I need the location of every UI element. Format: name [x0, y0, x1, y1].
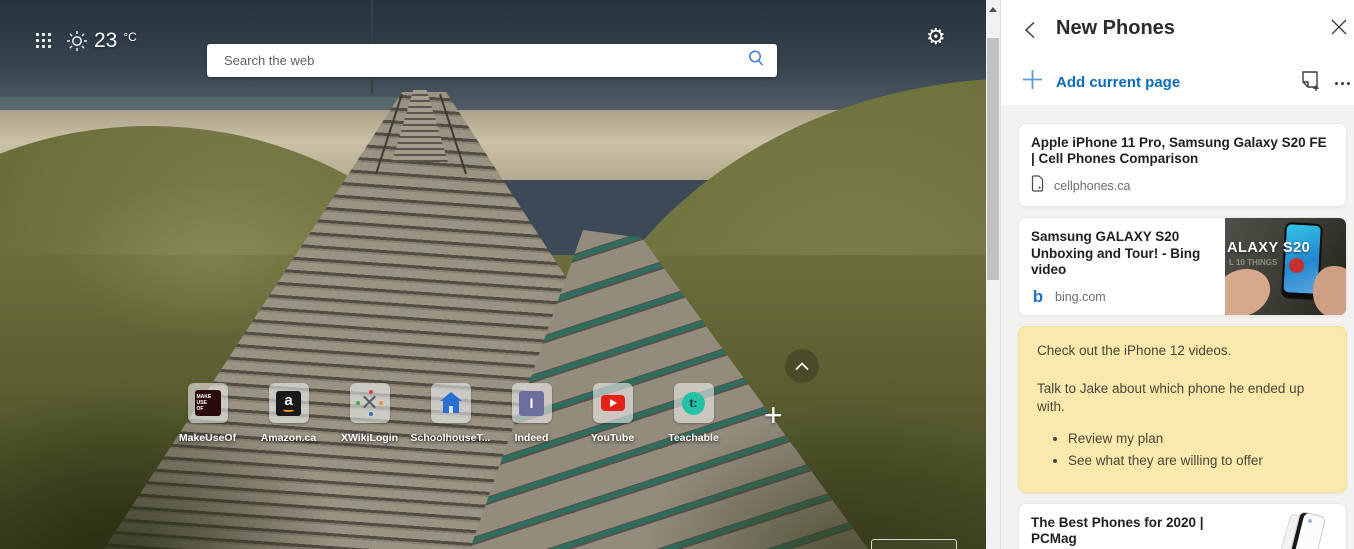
collections-body: Apple iPhone 11 Pro, Samsung Galaxy S20 … [1001, 105, 1354, 549]
add-note-icon[interactable] [1298, 69, 1322, 93]
note-bullet-list: Review my plan See what they are willing… [1037, 430, 1332, 470]
quick-link-teachable[interactable]: t: Teachable [653, 383, 734, 444]
quick-link-label: YouTube [591, 432, 634, 444]
background-photo [0, 0, 986, 549]
note-line: Talk to Jake about which phone he ended … [1037, 380, 1332, 416]
scrollbar-up-arrow-icon[interactable] [989, 7, 997, 12]
search-bar[interactable] [207, 44, 777, 77]
note-bullet: Review my plan [1068, 430, 1332, 448]
search-input[interactable] [224, 53, 739, 68]
quick-link-makeuseof[interactable]: MAKE USE OF MakeUseOf [167, 383, 248, 444]
cellphones-favicon [1031, 175, 1044, 197]
note-line: Check out the iPhone 12 videos. [1037, 342, 1332, 360]
scroll-to-top-button[interactable] [785, 349, 819, 383]
close-icon[interactable] [1331, 19, 1349, 37]
collections-header: New Phones Add current page [1001, 0, 1354, 105]
more-options-icon[interactable] [1331, 78, 1354, 89]
quick-links-row: MAKE USE OF MakeUseOf a Amazon.ca ✕ XWik… [167, 383, 734, 444]
collections-panel: New Phones Add current page Apple [1000, 0, 1354, 549]
back-icon[interactable] [1021, 20, 1043, 42]
youtube-icon [601, 395, 625, 411]
thumbnail-caption: ALAXY S20 [1227, 240, 1310, 256]
apps-grid-icon[interactable] [36, 33, 53, 50]
quick-link-youtube[interactable]: YouTube [572, 383, 653, 444]
quick-link-indeed[interactable]: I Indeed [491, 383, 572, 444]
amazon-icon: a [276, 391, 301, 416]
thumbnail-subcaption: L 10 THINGS [1229, 258, 1277, 267]
quick-link-xwiki[interactable]: ✕ XWikiLogin [329, 383, 410, 444]
search-icon[interactable] [747, 49, 765, 72]
new-tab-page: 23 °C ⚙ MAKE USE OF MakeUseOf a Amazon.c… [0, 0, 1000, 549]
quick-link-label: Indeed [515, 432, 549, 444]
pcmag-thumbnail [1252, 507, 1342, 549]
page-scrollbar[interactable] [986, 0, 1000, 549]
note-bullet: See what they are willing to offer [1068, 452, 1332, 470]
item-title: Samsung GALAXY S20 Unboxing and Tour! - … [1031, 229, 1213, 278]
add-current-page-label: Add current page [1056, 74, 1180, 91]
plus-icon [1022, 69, 1043, 95]
settings-gear-icon[interactable]: ⚙ [926, 27, 946, 49]
quick-link-label: SchoolhouseT... [411, 432, 491, 444]
makeuseof-icon: MAKE USE OF [195, 390, 221, 416]
add-current-page-button[interactable]: Add current page [1022, 69, 1180, 95]
collection-item-cellphones[interactable]: Apple iPhone 11 Pro, Samsung Galaxy S20 … [1018, 123, 1347, 207]
item-title: Apple iPhone 11 Pro, Samsung Galaxy S20 … [1031, 135, 1334, 167]
video-thumbnail: ALAXY S20 L 10 THINGS [1225, 218, 1346, 315]
indeed-icon: I [519, 391, 544, 416]
quick-link-label: MakeUseOf [179, 432, 236, 444]
item-title: The Best Phones for 2020 | PCMag [1031, 515, 1246, 547]
item-domain: bing.com [1055, 290, 1106, 304]
collection-title: New Phones [1056, 17, 1175, 40]
collection-note[interactable]: Check out the iPhone 12 videos. Talk to … [1018, 326, 1347, 493]
teachable-icon: t: [682, 392, 705, 415]
collection-item-pcmag[interactable]: The Best Phones for 2020 | PCMag PC pcma… [1018, 503, 1347, 549]
sun-icon [66, 30, 88, 57]
quick-link-amazon[interactable]: a Amazon.ca [248, 383, 329, 444]
image-attribution-button[interactable] [871, 539, 957, 549]
quick-link-label: Amazon.ca [261, 432, 316, 444]
xwiki-icon: ✕ [360, 392, 378, 414]
collection-item-bing-video[interactable]: Samsung GALAXY S20 Unboxing and Tour! - … [1018, 217, 1347, 316]
bing-favicon: b [1031, 289, 1045, 305]
add-site-plus-icon[interactable]: + [764, 399, 783, 431]
weather-widget[interactable]: 23 °C [66, 28, 137, 57]
quick-link-label: XWikiLogin [341, 432, 398, 444]
quick-link-schoolhouse[interactable]: SchoolhouseT... [410, 383, 491, 444]
quick-link-label: Teachable [668, 432, 719, 444]
weather-unit: °C [123, 30, 136, 44]
schoolhouse-icon [439, 392, 463, 414]
scrollbar-thumb[interactable] [987, 38, 999, 280]
item-domain: cellphones.ca [1054, 179, 1130, 193]
weather-temperature: 23 [94, 28, 117, 54]
